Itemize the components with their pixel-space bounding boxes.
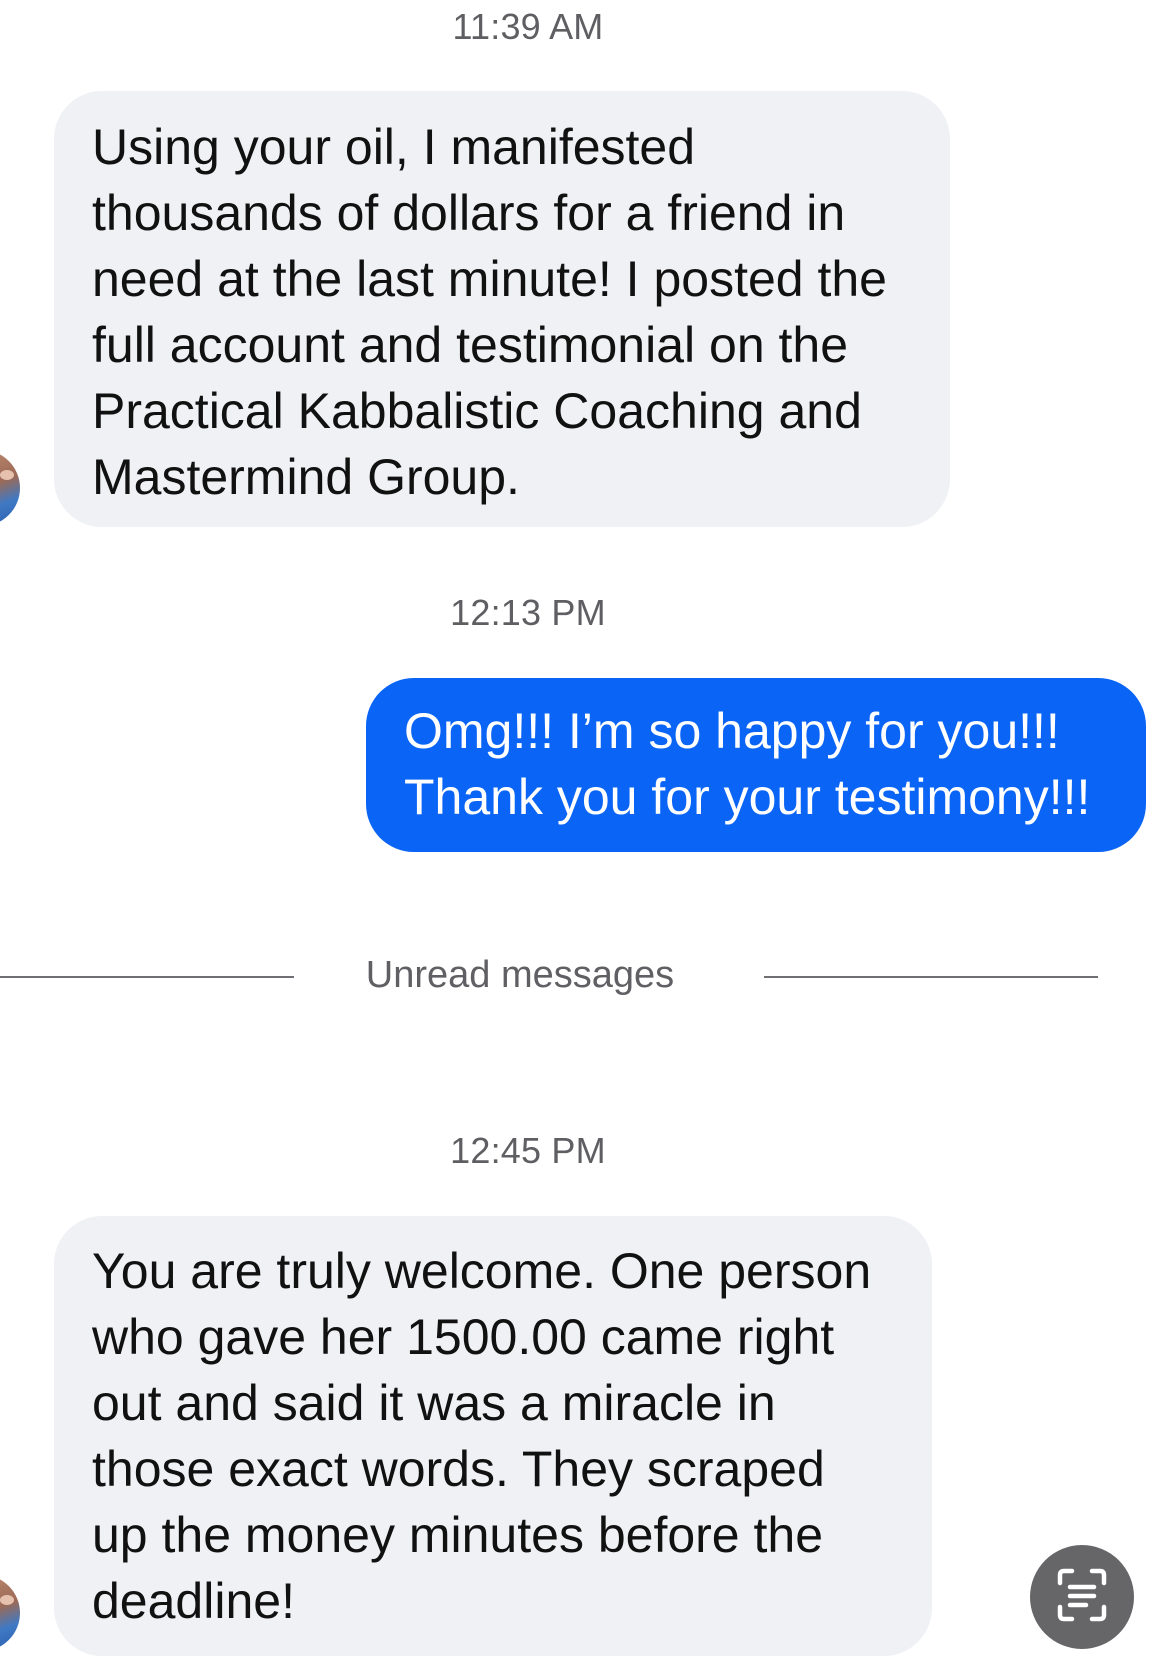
timestamp: 11:39 AM — [452, 6, 604, 47]
divider-line-left — [0, 976, 294, 978]
sender-avatar[interactable] — [0, 1575, 20, 1651]
sender-avatar[interactable] — [0, 450, 20, 526]
incoming-message-bubble[interactable]: You are truly welcome. One person who ga… — [54, 1216, 932, 1656]
scan-text-button[interactable] — [1030, 1545, 1134, 1649]
timestamp: 12:13 PM — [450, 592, 606, 633]
divider-line-right — [764, 976, 1098, 978]
incoming-message-bubble[interactable]: Using your oil, I manifested thousands o… — [54, 91, 950, 527]
timestamp: 12:45 PM — [450, 1130, 606, 1171]
text-scan-icon — [1057, 1568, 1107, 1622]
outgoing-message-bubble[interactable]: Omg!!! I’m so happy for you!!! Thank you… — [366, 678, 1146, 852]
unread-label: Unread messages — [365, 954, 675, 996]
